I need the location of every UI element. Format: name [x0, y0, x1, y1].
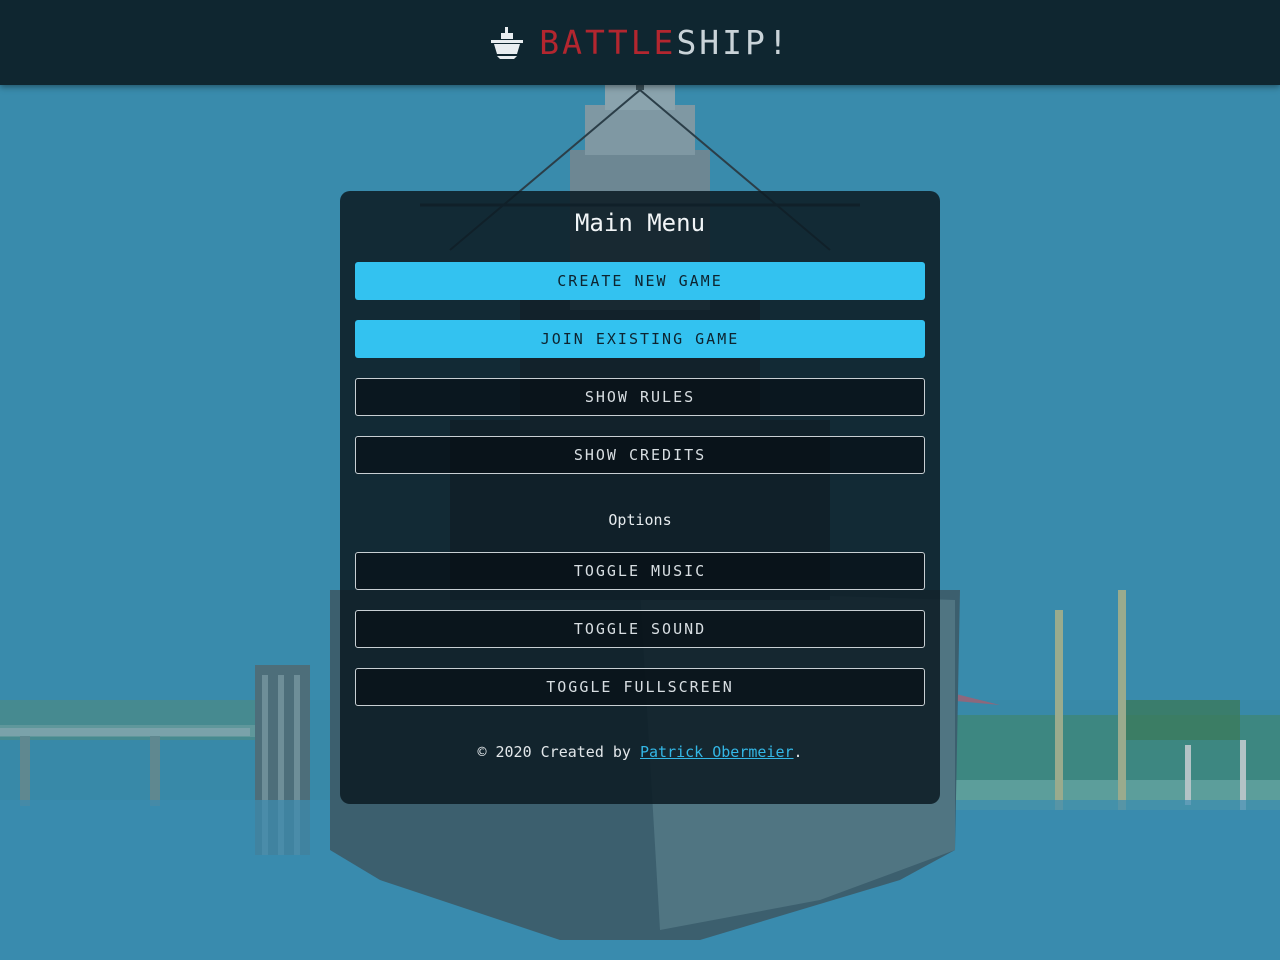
toggle-sound-button[interactable]: TOGGLE SOUND: [355, 610, 925, 648]
battleship-icon: [491, 26, 524, 59]
main-menu-title: Main Menu: [574, 209, 706, 237]
create-new-game-button[interactable]: CREATE NEW GAME: [355, 262, 925, 300]
app-logo[interactable]: BATTLESHIP!: [489, 23, 791, 62]
join-existing-game-button[interactable]: JOIN EXISTING GAME: [355, 320, 925, 358]
toggle-fullscreen-button[interactable]: TOGGLE FULLSCREEN: [355, 668, 925, 706]
footer-suffix: .: [793, 743, 803, 761]
show-rules-button[interactable]: SHOW RULES: [355, 378, 925, 416]
footer-prefix: © 2020 Created by: [477, 743, 640, 761]
top-header-bar: BATTLESHIP!: [0, 0, 1280, 85]
footer-credits: © 2020 Created by Patrick Obermeier.: [340, 743, 940, 761]
app-title: BATTLESHIP!: [539, 23, 791, 62]
options-heading: Options: [608, 511, 672, 529]
toggle-music-button[interactable]: TOGGLE MUSIC: [355, 552, 925, 590]
app-title-battle: BATTLE: [539, 23, 677, 62]
author-link[interactable]: Patrick Obermeier: [640, 743, 794, 761]
main-menu-panel: Main Menu CREATE NEW GAME JOIN EXISTING …: [340, 191, 940, 804]
show-credits-button[interactable]: SHOW CREDITS: [355, 436, 925, 474]
app-title-ship: SHIP!: [676, 23, 791, 62]
